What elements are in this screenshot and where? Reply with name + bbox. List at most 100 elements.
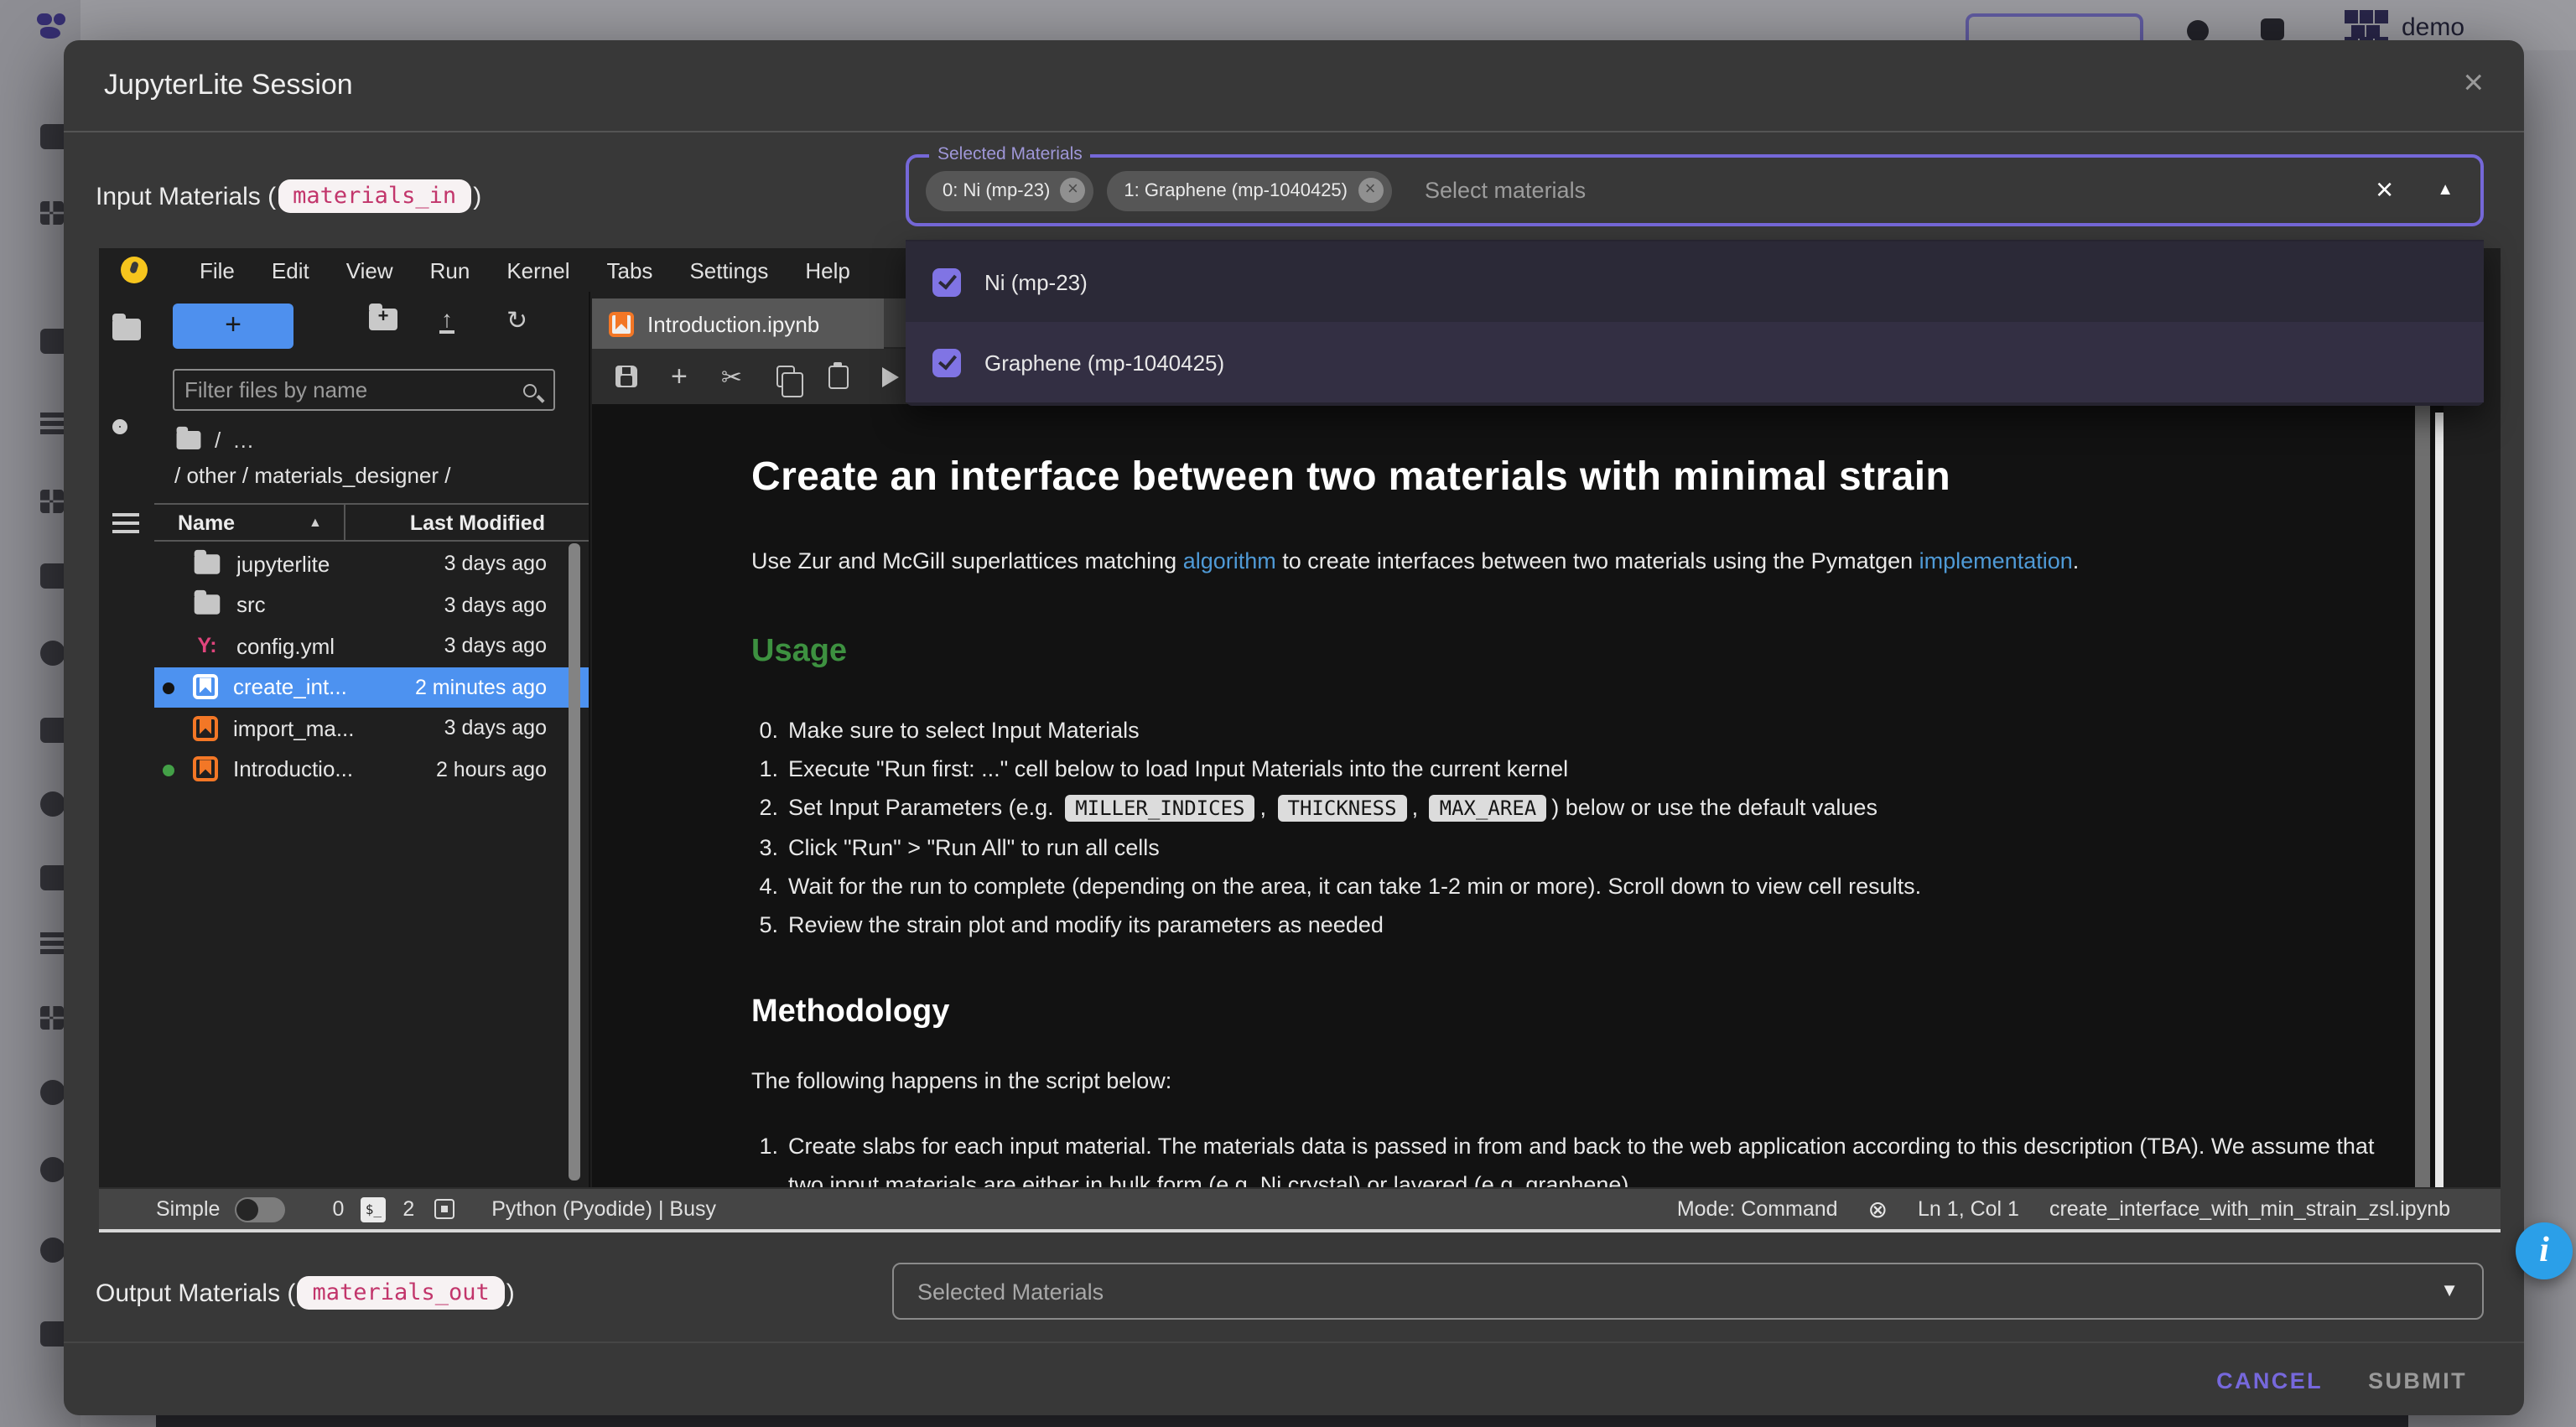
breadcrumb-path[interactable]: / other / materials_designer /	[174, 463, 451, 488]
selected-material-chip[interactable]: 1: Graphene (mp-1040425) ×	[1107, 170, 1391, 210]
file-row-introduction[interactable]: Introductio... 2 hours ago	[154, 749, 589, 790]
jupyterlite-session-dialog: JupyterLite Session × Input Materials ( …	[64, 40, 2524, 1415]
terminal-count[interactable]: 2	[402, 1197, 414, 1221]
submit-button[interactable]: SUBMIT	[2355, 1358, 2480, 1405]
menu-kernel[interactable]: Kernel	[488, 257, 588, 283]
table-of-contents-icon[interactable]	[112, 513, 139, 533]
status-right: Mode: Command ⊗ Ln 1, Col 1 create_inter…	[1677, 1195, 2450, 1223]
column-name[interactable]: Name	[178, 511, 235, 535]
checkbox-checked-icon[interactable]	[932, 348, 961, 376]
chip-delete-icon[interactable]: ×	[1060, 178, 1085, 203]
status-left: Simple 0 $_ 2 Python (Pyodide) | Busy	[156, 1196, 716, 1222]
menu-view[interactable]: View	[328, 257, 412, 283]
dialog-title: JupyterLite Session	[104, 40, 353, 131]
code-max-area: MAX_AREA	[1430, 795, 1547, 822]
upload-icon[interactable]: ↑	[439, 309, 454, 334]
notebook-content: Create an interface between two material…	[592, 404, 2444, 1187]
implementation-link[interactable]: implementation	[1919, 548, 2073, 573]
kernel-count[interactable]: 0	[332, 1197, 344, 1221]
info-button[interactable]: i	[2516, 1222, 2573, 1279]
menu-help[interactable]: Help	[787, 257, 869, 283]
collapse-dropdown-icon[interactable]: ▲	[2437, 181, 2454, 200]
mode-indicator[interactable]: Mode: Command	[1677, 1197, 1838, 1221]
checkbox-checked-icon[interactable]	[932, 267, 961, 296]
algorithm-link[interactable]: algorithm	[1183, 548, 1276, 573]
sort-ascending-icon[interactable]: ▲	[309, 515, 322, 530]
code-thickness: THICKNESS	[1278, 795, 1407, 822]
tab-introduction[interactable]: Introduction.ipynb	[592, 298, 884, 349]
home-folder-icon[interactable]	[177, 431, 201, 449]
kernel-status[interactable]: Python (Pyodide) | Busy	[491, 1197, 716, 1221]
material-option-graphene[interactable]: Graphene (mp-1040425)	[906, 322, 2484, 402]
clear-selection-icon[interactable]: ×	[2376, 173, 2393, 208]
filter-files-input[interactable]	[174, 377, 523, 402]
refresh-icon[interactable]: ↻	[506, 309, 527, 335]
run-cell-icon[interactable]	[881, 366, 898, 387]
menu-settings[interactable]: Settings	[671, 257, 787, 283]
folder-icon	[195, 554, 221, 573]
search-icon	[523, 383, 537, 397]
breadcrumb-ellipsis[interactable]: …	[232, 428, 254, 453]
output-materials-label: Output Materials ( materials_out )	[96, 1263, 515, 1323]
notebook-area: Introduction.ipynb + ✂ Create an interfa…	[592, 292, 2444, 1187]
add-cell-icon[interactable]: +	[671, 365, 688, 388]
column-last-modified[interactable]: Last Modified	[410, 511, 545, 535]
notebook-tab-icon	[609, 311, 634, 336]
usage-heading: Usage	[751, 634, 2376, 671]
notebook-intro: Use Zur and McGill superlattices matchin…	[751, 548, 2376, 573]
terminal-icon[interactable]: $_	[361, 1196, 386, 1222]
simple-mode-label: Simple	[156, 1197, 220, 1221]
new-launcher-button[interactable]: +	[173, 304, 293, 349]
methodology-item-1: 1.Create slabs for each input material. …	[751, 1127, 2376, 1187]
file-row-config[interactable]: Y: config.yml 3 days ago	[154, 625, 589, 667]
unsaved-dot-icon	[163, 682, 174, 693]
new-folder-icon[interactable]: +	[369, 309, 397, 330]
file-row-src[interactable]: src 3 days ago	[154, 584, 589, 625]
cut-cell-icon[interactable]: ✂	[721, 361, 742, 392]
usage-item-4: 4.Wait for the run to complete (dependin…	[751, 867, 2376, 905]
jupyterlite-logo-icon	[121, 257, 148, 283]
paste-cell-icon[interactable]	[828, 365, 848, 388]
notebook-file-icon	[193, 675, 218, 700]
cursor-position[interactable]: Ln 1, Col 1	[1918, 1197, 2019, 1221]
breadcrumb[interactable]: / …	[174, 428, 254, 453]
material-option-ni[interactable]: Ni (mp-23)	[906, 241, 2484, 322]
simple-mode-toggle[interactable]	[235, 1196, 285, 1222]
selected-material-chip[interactable]: 0: Ni (mp-23) ×	[926, 170, 1093, 210]
usage-item-1: 1.Execute "Run first: ..." cell below to…	[751, 750, 2376, 788]
input-materials-label: Input Materials ( materials_in )	[96, 164, 481, 228]
save-icon[interactable]	[615, 366, 637, 387]
info-icon: i	[2539, 1229, 2549, 1269]
file-list-scrollbar[interactable]	[569, 543, 580, 1181]
file-row-create-interface[interactable]: create_int... 2 minutes ago	[154, 667, 589, 708]
kernel-chip-icon[interactable]	[434, 1199, 454, 1219]
trust-shield-icon[interactable]: ⊗	[1868, 1195, 1888, 1223]
notebook-scrollbar-track[interactable]	[2415, 355, 2430, 1187]
file-browser-icon[interactable]	[112, 319, 141, 340]
active-filename: create_interface_with_min_strain_zsl.ipy…	[2049, 1197, 2450, 1221]
chevron-down-icon: ▼	[2440, 1281, 2459, 1301]
materials-out-code: materials_out	[297, 1276, 504, 1310]
menu-file[interactable]: File	[181, 257, 253, 283]
file-list: jupyterlite 3 days ago src 3 days ago Y:…	[154, 543, 589, 790]
notebook-scrollbar-thumb[interactable]	[2435, 413, 2444, 1232]
file-list-header: Name ▲ Last Modified	[154, 503, 589, 542]
file-browser-panel: + + ↑ ↻ / … / other / materials_designer…	[154, 292, 590, 1187]
notebook-file-icon	[193, 716, 218, 741]
menu-edit[interactable]: Edit	[253, 257, 328, 283]
screen: demo JupyterLite Session × Input Materia…	[0, 0, 2576, 1427]
menu-tabs[interactable]: Tabs	[589, 257, 672, 283]
file-row-import-material[interactable]: import_ma... 3 days ago	[154, 708, 589, 749]
close-icon[interactable]: ×	[2463, 60, 2484, 107]
notebook-h1: Create an interface between two material…	[751, 454, 2376, 501]
output-materials-select[interactable]: Selected Materials ▼	[892, 1263, 2484, 1320]
menu-run[interactable]: Run	[412, 257, 489, 283]
copy-cell-icon[interactable]	[776, 366, 794, 387]
running-kernels-icon[interactable]	[112, 419, 127, 434]
filter-files-field[interactable]	[173, 369, 555, 411]
chip-delete-icon[interactable]: ×	[1358, 178, 1383, 203]
file-row-jupyterlite[interactable]: jupyterlite 3 days ago	[154, 543, 589, 584]
usage-list: 0.Make sure to select Input Materials 1.…	[751, 711, 2376, 944]
cancel-button[interactable]: CANCEL	[2203, 1358, 2336, 1405]
materials-select-field[interactable]: Selected Materials 0: Ni (mp-23) × 1: Gr…	[906, 154, 2484, 226]
